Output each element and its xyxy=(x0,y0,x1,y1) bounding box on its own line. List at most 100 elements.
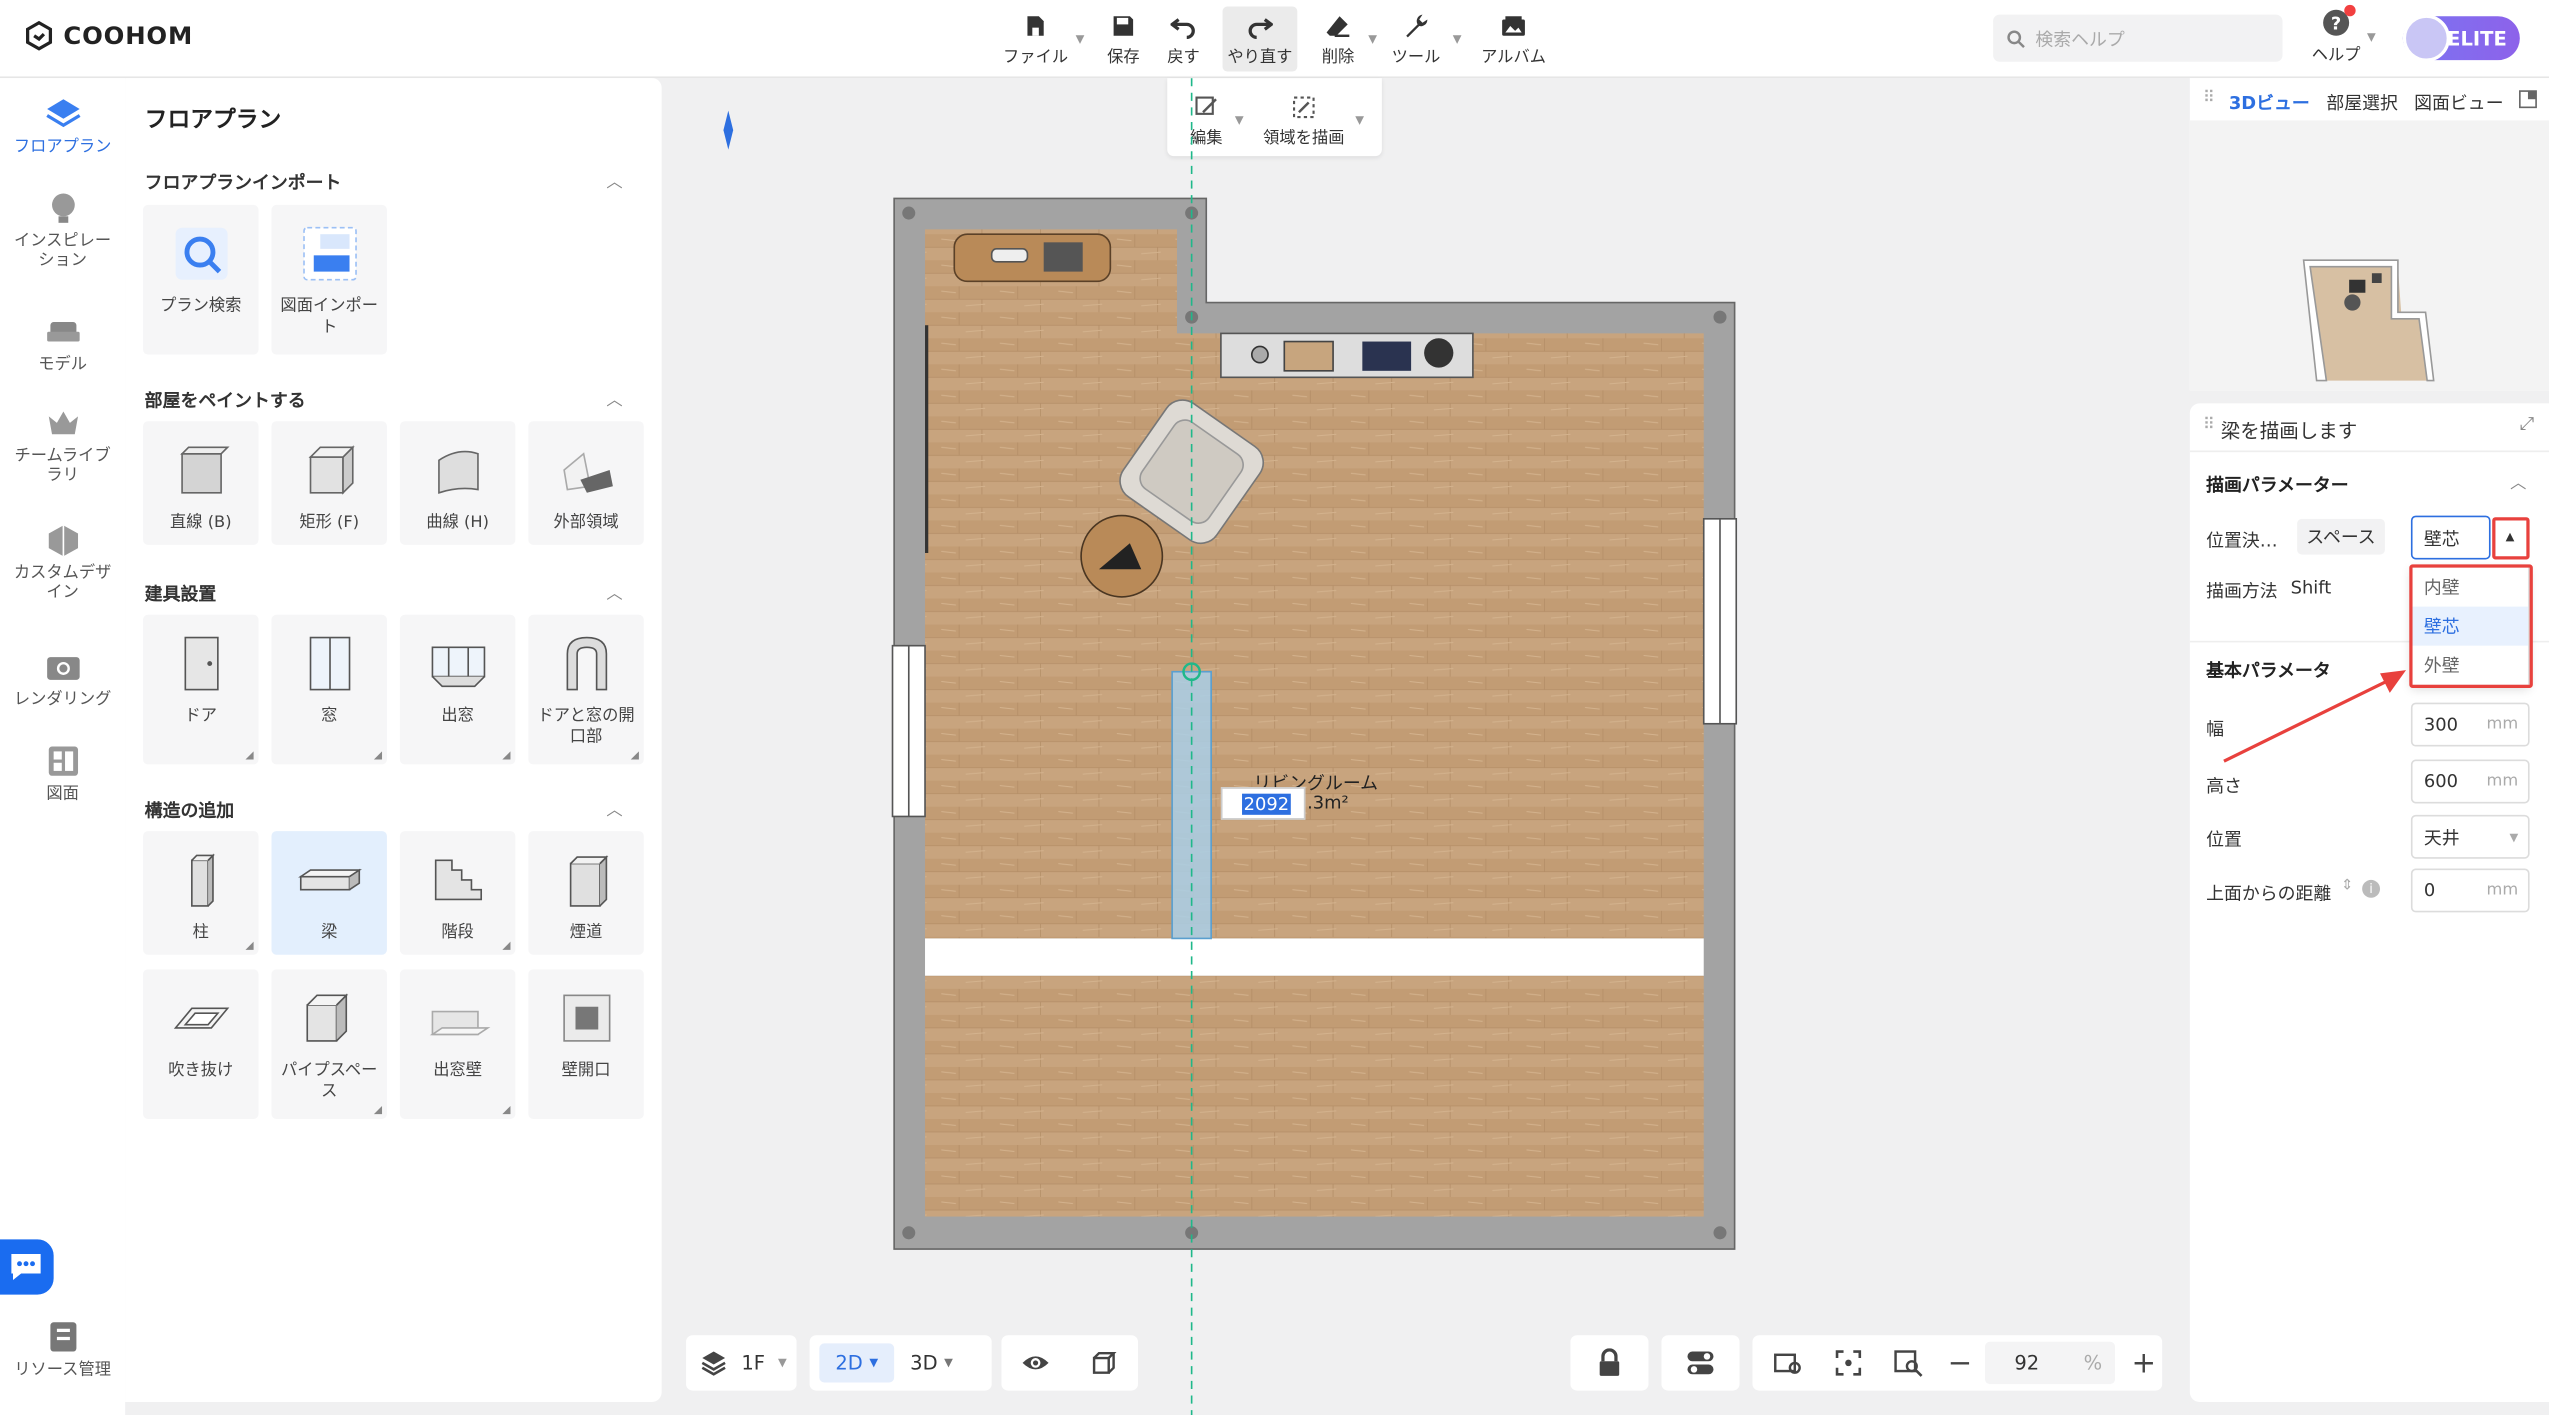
door-card[interactable]: ドア xyxy=(143,614,259,765)
eraser-icon xyxy=(1326,15,1350,37)
nav-floorplan[interactable]: フロアプラン xyxy=(0,94,125,157)
toggle-icon xyxy=(1687,1351,1714,1375)
chevron-up-icon[interactable]: ︿ xyxy=(606,385,622,410)
space-button[interactable]: スペース xyxy=(2297,518,2385,555)
chevron-up-icon[interactable]: ︿ xyxy=(606,795,622,820)
lock-button[interactable] xyxy=(1570,1335,1649,1391)
nav-inspiration[interactable]: インスピレーション xyxy=(0,189,125,272)
compass-icon xyxy=(723,110,734,150)
door-icon xyxy=(183,636,218,691)
album-button[interactable]: アルバム xyxy=(1476,7,1551,72)
drag-handle-icon[interactable]: ⠿ xyxy=(2203,89,2215,107)
info-icon[interactable]: i xyxy=(2362,879,2381,898)
settings-toggle-button[interactable] xyxy=(1661,1335,1740,1391)
nav-custom-design[interactable]: カスタムデザイン xyxy=(0,520,125,603)
bay-window-card[interactable]: 出窓 xyxy=(399,614,516,765)
tab-3d-view[interactable]: 3Dビュー xyxy=(2229,89,2310,115)
file-menu-button[interactable]: ファイル ▼ xyxy=(1001,7,1084,72)
help-button[interactable]: ? ヘルプ xyxy=(2308,4,2363,65)
logo-text: COOHOM xyxy=(63,21,194,51)
pipe-space-card[interactable]: パイプスペース xyxy=(271,969,387,1119)
fit-view-icon[interactable] xyxy=(1772,1348,1805,1377)
nav-team-library[interactable]: チームライブラリ xyxy=(0,403,125,486)
stairs-card[interactable]: 階段 xyxy=(399,831,516,955)
chevron-up-icon[interactable]: ︿ xyxy=(606,168,622,192)
redo-label: やり直す xyxy=(1227,47,1293,66)
offset-input[interactable]: 0 mm xyxy=(2410,868,2530,913)
app-logo[interactable]: COOHOM xyxy=(23,20,193,53)
search-input[interactable]: 検索ヘルプ xyxy=(1993,14,2283,62)
dimension-input[interactable]: 2092 xyxy=(1220,787,1306,820)
room-area-label: .3m² xyxy=(1307,792,1349,814)
floorplan-canvas[interactable]: リビングルーム 2092 .3m² 1F ▼ 2D ▼ 3D ▼ − 92 % … xyxy=(663,78,2188,1415)
custom-design-icon xyxy=(47,525,78,557)
drawing-import-card[interactable]: 図面インポート xyxy=(271,204,387,355)
chat-button[interactable] xyxy=(0,1239,54,1295)
plan-search-card[interactable]: プラン検索 xyxy=(143,204,259,355)
expand-icon[interactable]: ⤢ xyxy=(2520,413,2534,436)
chevron-up-icon[interactable]: ︿ xyxy=(606,579,622,604)
outer-area-card[interactable]: 外部領域 xyxy=(528,421,644,545)
height-input[interactable]: 600 mm xyxy=(2410,759,2530,804)
curved-wall-card[interactable]: 曲線 (H) xyxy=(399,421,516,545)
straight-wall-card[interactable]: 直線 (B) xyxy=(143,421,259,545)
chevron-up-icon[interactable]: ︿ xyxy=(2510,468,2526,493)
width-input[interactable]: 300 mm xyxy=(2410,702,2530,747)
lower-room-floor[interactable] xyxy=(925,975,1704,1217)
lock-icon xyxy=(1599,1348,1620,1376)
delete-button[interactable]: 削除 ▼ xyxy=(1314,7,1377,72)
nav-drawing[interactable]: 図面 xyxy=(0,742,125,805)
3d-preview[interactable] xyxy=(2189,120,2549,391)
eye-icon[interactable] xyxy=(1021,1348,1050,1377)
redo-button[interactable]: やり直す xyxy=(1222,6,1298,72)
pillar-card[interactable]: 柱 xyxy=(143,831,259,955)
sideboard[interactable] xyxy=(953,233,1112,283)
draw-method-value: Shift xyxy=(2290,577,2332,599)
chevron-down-icon: ▼ xyxy=(1368,32,1377,46)
zoom-input[interactable]: 92 % xyxy=(1985,1341,2116,1385)
zoom-in-button[interactable]: + xyxy=(2131,1346,2156,1380)
undo-button[interactable]: 戻す xyxy=(1161,7,1207,72)
view-2d-label: 2D xyxy=(835,1351,863,1375)
window-card[interactable]: 窓 xyxy=(271,614,387,765)
rectangle-room-icon xyxy=(307,445,354,495)
tab-drawing-view[interactable]: 図面ビュー xyxy=(2414,89,2503,115)
avatar[interactable] xyxy=(2402,14,2450,62)
nav-label: インスピレーション xyxy=(13,232,112,270)
popout-icon[interactable] xyxy=(2518,89,2538,109)
location-select[interactable]: 天井 ▼ xyxy=(2410,814,2530,859)
tools-menu-button[interactable]: ツール ▼ xyxy=(1385,7,1462,72)
void-card[interactable]: 吹き抜け xyxy=(143,969,259,1119)
expand-corner-icon xyxy=(502,1105,511,1115)
opening-card[interactable]: ドアと窓の開口部 xyxy=(528,614,644,765)
view-3d-button[interactable]: 3D ▼ xyxy=(894,1343,969,1382)
height-label: 高さ xyxy=(2206,775,2242,797)
wall-opening-card[interactable]: 壁開口 xyxy=(528,969,644,1119)
zoom-search-icon[interactable] xyxy=(1892,1348,1925,1377)
position-select[interactable]: 壁芯 xyxy=(2410,515,2491,560)
nav-rendering[interactable]: レンダリング xyxy=(0,647,125,710)
rectangle-room-card[interactable]: 矩形 (F) xyxy=(271,421,387,545)
floor-selector[interactable]: 1F ▼ xyxy=(686,1335,797,1391)
focus-icon[interactable] xyxy=(1834,1348,1863,1377)
floorplan-drawing[interactable] xyxy=(663,78,2188,1415)
nav-label: チームライブラリ xyxy=(14,447,111,485)
card-label: 直線 (B) xyxy=(170,513,232,532)
cube-view-icon[interactable] xyxy=(1089,1348,1118,1377)
flue-card[interactable]: 煙道 xyxy=(528,831,644,955)
wall-opening-icon xyxy=(562,994,610,1042)
zoom-out-button[interactable]: − xyxy=(1948,1346,1973,1380)
nav-resource-management[interactable]: リソース管理 xyxy=(0,1317,125,1380)
card-label: 階段 xyxy=(441,923,474,942)
card-label: 窓 xyxy=(321,707,338,726)
drag-handle-icon[interactable]: ⠿ xyxy=(2203,416,2215,434)
coohom-logo-icon xyxy=(26,20,53,51)
interior-wall[interactable] xyxy=(925,938,1704,976)
beam-card[interactable]: 梁 xyxy=(271,831,387,955)
save-button[interactable]: 保存 xyxy=(1099,7,1148,72)
bay-window-wall-card[interactable]: 出窓壁 xyxy=(399,969,516,1119)
view-2d-button[interactable]: 2D ▼ xyxy=(819,1343,895,1383)
tab-room-select[interactable]: 部屋選択 xyxy=(2326,89,2398,115)
nav-model[interactable]: モデル xyxy=(0,312,125,375)
expand-corner-icon xyxy=(373,1105,383,1115)
